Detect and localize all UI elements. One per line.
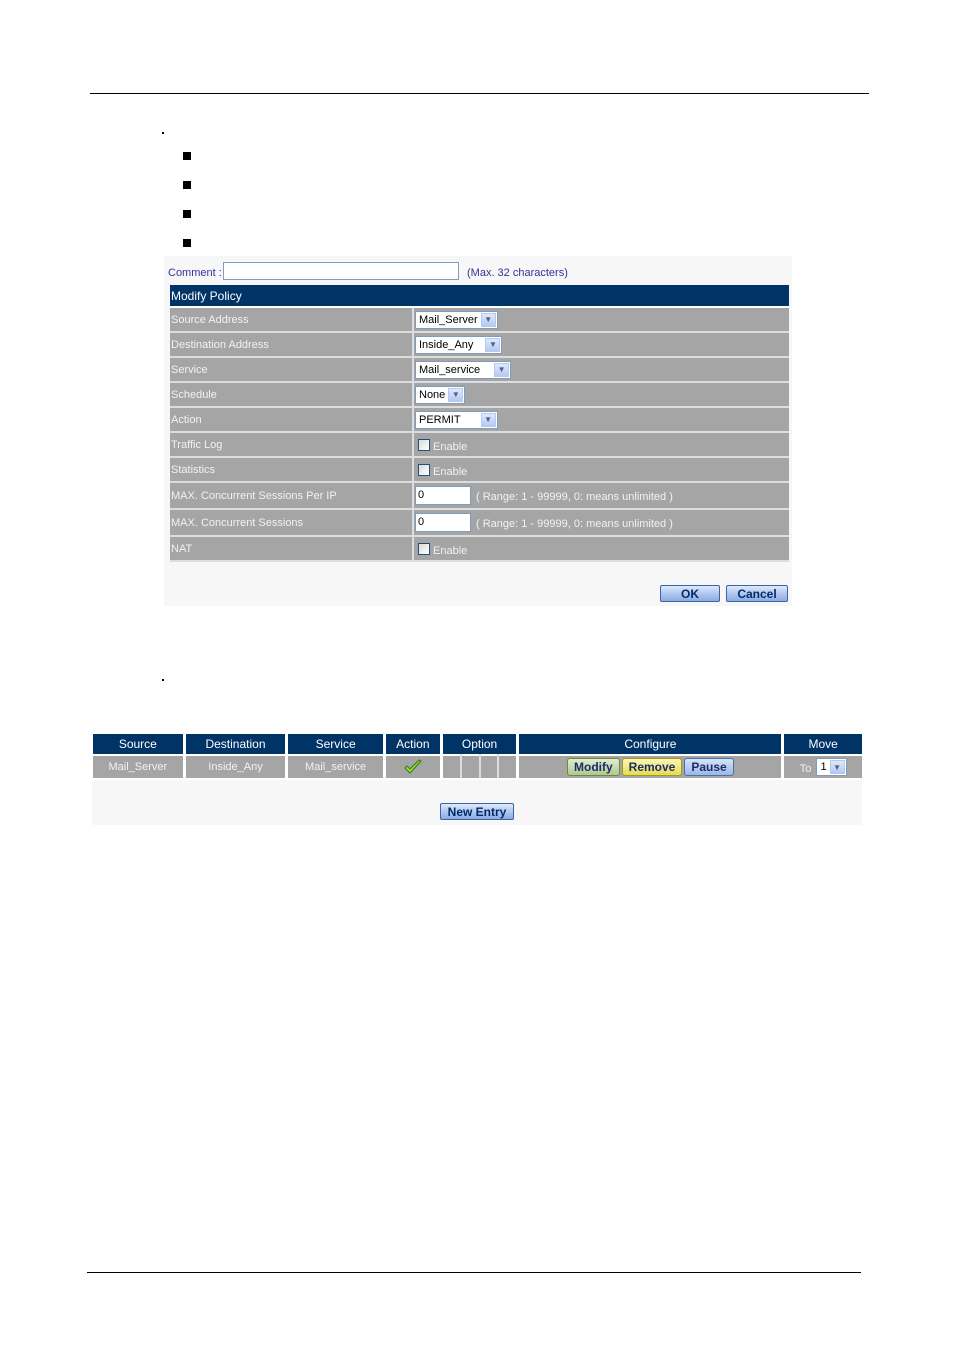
service-label: Service [170,357,414,383]
option-cell [498,754,520,778]
source-address-label: Source Address [170,307,414,333]
move-select[interactable]: 1 ▼ [816,758,847,776]
policy-configure: Modify Remove Pause [517,754,785,778]
max-sessions-label: MAX. Concurrent Sessions [170,509,414,537]
statistics-checkbox[interactable] [418,463,430,476]
chevron-down-icon[interactable]: ▼ [448,387,464,402]
schedule-select[interactable]: None ▼ [415,385,466,404]
chevron-down-icon[interactable]: ▼ [494,362,510,377]
traffic-log-enable-label: Enable [433,440,468,453]
option-cell [441,754,462,778]
comment-input[interactable] [223,262,459,280]
service-row: Service Mail_service ▼ [170,357,789,383]
action-label: Action [170,407,414,433]
bullet-dot [162,679,164,681]
bullet-dot [162,132,164,134]
statistics-row: Statistics Enable [170,457,789,483]
column-destination: Destination [184,734,289,755]
action-row: Action PERMIT ▼ [170,407,789,433]
max-sessions-row: MAX. Concurrent Sessions 0 ( Range: 1 - 9… [170,509,789,537]
column-configure: Configure [517,734,785,755]
bullet-square [183,239,191,247]
max-sessions-input[interactable]: 0 [415,513,471,532]
max-sessions-hint: ( Range: 1 - 99999, 0: means unlimited ) [476,517,673,530]
column-action: Action [384,734,443,755]
column-service: Service [286,734,386,755]
column-source: Source [93,734,186,755]
check-icon [404,759,422,774]
schedule-row: Schedule None ▼ [170,382,789,408]
max-sessions-per-ip-row: MAX. Concurrent Sessions Per IP 0 ( Range… [170,482,789,510]
option-cell [460,754,481,778]
max-sessions-per-ip-label: MAX. Concurrent Sessions Per IP [170,482,414,510]
policy-action [384,754,443,778]
chevron-down-icon[interactable]: ▼ [480,412,496,427]
traffic-log-row: Traffic Log Enable [170,432,789,458]
ok-button[interactable]: OK [660,585,720,602]
policy-service: Mail_service [286,754,386,778]
policy-destination: Inside_Any [184,754,289,778]
bullet-square [183,152,191,160]
remove-button[interactable]: Remove [621,758,683,776]
nat-label: NAT [170,536,414,562]
chevron-down-icon[interactable]: ▼ [480,312,496,327]
traffic-log-label: Traffic Log [170,432,414,458]
action-select[interactable]: PERMIT ▼ [415,410,498,429]
traffic-log-checkbox[interactable] [418,438,430,451]
chevron-down-icon[interactable]: ▼ [485,337,501,352]
page-header-rule [90,93,869,94]
comment-hint: (Max. 32 characters) [467,267,568,279]
policy-row: Mail_Server Inside_Any Mail_service Modi… [93,754,862,778]
nat-enable-label: Enable [433,544,468,557]
max-sessions-per-ip-input[interactable]: 0 [415,486,471,505]
policy-source: Mail_Server [93,754,186,778]
statistics-label: Statistics [170,457,414,483]
schedule-label: Schedule [170,382,414,408]
destination-address-select[interactable]: Inside_Any ▼ [415,335,503,354]
pause-button[interactable]: Pause [684,758,734,776]
modify-policy-title: Modify Policy [170,285,789,308]
max-sessions-per-ip-hint: ( Range: 1 - 99999, 0: means unlimited ) [476,490,673,503]
new-entry-button[interactable]: New Entry [440,803,514,820]
nat-row: NAT Enable [170,536,789,562]
bullet-square [183,210,191,218]
move-to-label: To [799,763,812,775]
source-address-row: Source Address Mail_Server ▼ [170,307,789,333]
chevron-down-icon[interactable]: ▼ [829,760,845,774]
column-move: Move [782,734,862,755]
destination-address-label: Destination Address [170,332,414,358]
statistics-enable-label: Enable [433,465,468,478]
policy-move: To 1 ▼ [782,754,862,778]
service-select[interactable]: Mail_service ▼ [415,360,512,379]
modify-button[interactable]: Modify [567,758,620,776]
source-address-select[interactable]: Mail_Server ▼ [415,310,498,329]
bullet-square [183,181,191,189]
modify-policy-table: Modify Policy Source Address Mail_Server… [170,285,789,562]
column-option: Option [441,734,520,755]
page-footer-rule [87,1272,861,1273]
cancel-button[interactable]: Cancel [726,585,788,602]
destination-address-row: Destination Address Inside_Any ▼ [170,332,789,358]
policy-list-table: Source Destination Service Action Option… [93,734,862,778]
comment-label: Comment : [168,267,222,279]
option-cell [479,754,500,778]
nat-checkbox[interactable] [418,542,430,555]
policy-list-header: Source Destination Service Action Option… [93,734,862,755]
